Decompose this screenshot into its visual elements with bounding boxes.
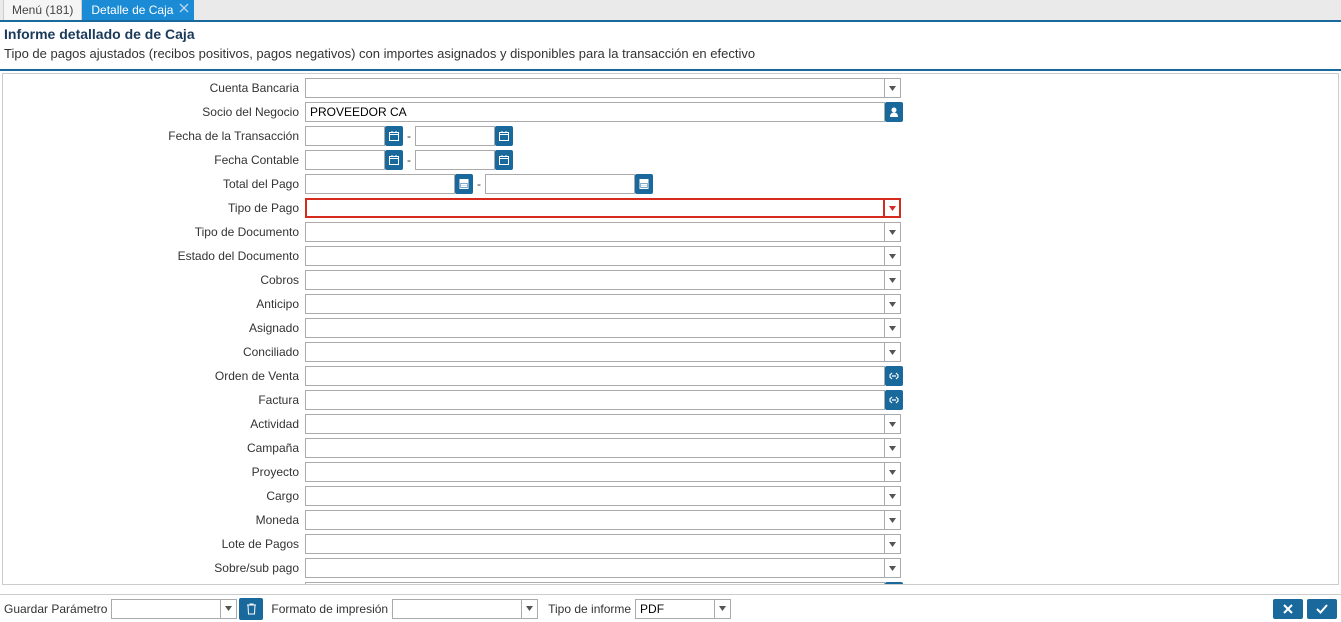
chevron-down-icon[interactable] (885, 414, 901, 434)
cancel-button[interactable] (1273, 599, 1303, 619)
asignado-input[interactable] (305, 318, 885, 338)
close-icon[interactable] (179, 3, 189, 16)
label-actividad: Actividad (3, 417, 305, 431)
moneda-input[interactable] (305, 510, 885, 530)
label-socio-negocio: Socio del Negocio (3, 105, 305, 119)
chevron-down-icon[interactable] (885, 342, 901, 362)
cargo-input[interactable] (305, 486, 885, 506)
estado-documento-input[interactable] (305, 246, 885, 266)
socio-negocio-input[interactable] (305, 102, 885, 122)
label-tipo-informe: Tipo de informe (548, 602, 631, 616)
x-icon (1282, 604, 1294, 614)
label-cobros: Cobros (3, 273, 305, 287)
chevron-down-icon[interactable] (885, 78, 901, 98)
calendar-icon[interactable] (385, 150, 403, 170)
tab-label: Detalle de Caja (91, 3, 173, 17)
label-guardar-parametro: Guardar Parámetro (4, 602, 107, 616)
chevron-down-icon[interactable] (885, 198, 901, 218)
chevron-down-icon[interactable] (885, 438, 901, 458)
chevron-down-icon[interactable] (522, 599, 538, 619)
proyecto-input[interactable] (305, 462, 885, 482)
anticipo-input[interactable] (305, 294, 885, 314)
header: Informe detallado de de Caja Tipo de pag… (0, 22, 1341, 69)
label-tipo-pago: Tipo de Pago (3, 201, 305, 215)
fecha-contable-from[interactable] (305, 150, 385, 170)
tab-label: Menú (181) (12, 3, 73, 17)
chevron-down-icon[interactable] (221, 599, 237, 619)
pago-referido-input[interactable] (305, 582, 885, 585)
label-formato-impresion: Formato de impresión (271, 602, 388, 616)
label-tipo-documento: Tipo de Documento (3, 225, 305, 239)
link-icon[interactable] (885, 366, 903, 386)
link-icon[interactable] (885, 390, 903, 410)
orden-venta-input[interactable] (305, 366, 885, 386)
tipo-pago-input[interactable] (305, 198, 885, 218)
fecha-transaccion-to[interactable] (415, 126, 495, 146)
tab-detalle-caja[interactable]: Detalle de Caja (82, 0, 194, 20)
label-moneda: Moneda (3, 513, 305, 527)
page-subtitle: Tipo de pagos ajustados (recibos positiv… (4, 46, 1337, 61)
lote-pagos-input[interactable] (305, 534, 885, 554)
trash-icon (246, 603, 257, 615)
label-factura: Factura (3, 393, 305, 407)
footer-bar: Guardar Parámetro Formato de impresión T… (0, 594, 1341, 622)
divider (0, 69, 1341, 71)
formato-impresion-input[interactable] (392, 599, 522, 619)
tipo-documento-input[interactable] (305, 222, 885, 242)
check-icon (1316, 604, 1328, 614)
sobre-sub-input[interactable] (305, 558, 885, 578)
cobros-input[interactable] (305, 270, 885, 290)
label-total-pago: Total del Pago (3, 177, 305, 191)
label-anticipo: Anticipo (3, 297, 305, 311)
chevron-down-icon[interactable] (885, 222, 901, 242)
chevron-down-icon[interactable] (885, 534, 901, 554)
label-campana: Campaña (3, 441, 305, 455)
label-cargo: Cargo (3, 489, 305, 503)
tab-bar: Menú (181) Detalle de Caja (0, 0, 1341, 22)
tab-menu[interactable]: Menú (181) (3, 0, 82, 20)
chevron-down-icon[interactable] (885, 558, 901, 578)
actividad-input[interactable] (305, 414, 885, 434)
factura-input[interactable] (305, 390, 885, 410)
label-fecha-contable: Fecha Contable (3, 153, 305, 167)
delete-button[interactable] (239, 598, 263, 620)
label-orden-venta: Orden de Venta (3, 369, 305, 383)
label-lote-pagos: Lote de Pagos (3, 537, 305, 551)
guardar-parametro-input[interactable] (111, 599, 221, 619)
confirm-button[interactable] (1307, 599, 1337, 619)
chevron-down-icon[interactable] (885, 294, 901, 314)
user-icon[interactable] (885, 102, 903, 122)
cuenta-bancaria-input[interactable] (305, 78, 885, 98)
total-pago-to[interactable] (485, 174, 635, 194)
conciliado-input[interactable] (305, 342, 885, 362)
calendar-icon[interactable] (495, 150, 513, 170)
chevron-down-icon[interactable] (885, 486, 901, 506)
fecha-contable-to[interactable] (415, 150, 495, 170)
campana-input[interactable] (305, 438, 885, 458)
label-conciliado: Conciliado (3, 345, 305, 359)
label-sobre-sub: Sobre/sub pago (3, 561, 305, 575)
chevron-down-icon[interactable] (885, 318, 901, 338)
chevron-down-icon[interactable] (885, 462, 901, 482)
chevron-down-icon[interactable] (885, 510, 901, 530)
label-estado-documento: Estado del Documento (3, 249, 305, 263)
label-cuenta-bancaria: Cuenta Bancaria (3, 81, 305, 95)
chevron-down-icon[interactable] (885, 246, 901, 266)
calendar-icon[interactable] (385, 126, 403, 146)
tipo-informe-input[interactable] (635, 599, 715, 619)
link-icon[interactable] (885, 582, 903, 585)
page-title: Informe detallado de de Caja (4, 26, 1337, 42)
label-asignado: Asignado (3, 321, 305, 335)
calendar-icon[interactable] (495, 126, 513, 146)
label-proyecto: Proyecto (3, 465, 305, 479)
form-area: Cuenta Bancaria Socio del Negocio Fecha … (2, 73, 1339, 585)
calculator-icon[interactable] (635, 174, 653, 194)
fecha-transaccion-from[interactable] (305, 126, 385, 146)
calculator-icon[interactable] (455, 174, 473, 194)
chevron-down-icon[interactable] (715, 599, 731, 619)
chevron-down-icon[interactable] (885, 270, 901, 290)
label-fecha-transaccion: Fecha de la Transacción (3, 129, 305, 143)
total-pago-from[interactable] (305, 174, 455, 194)
